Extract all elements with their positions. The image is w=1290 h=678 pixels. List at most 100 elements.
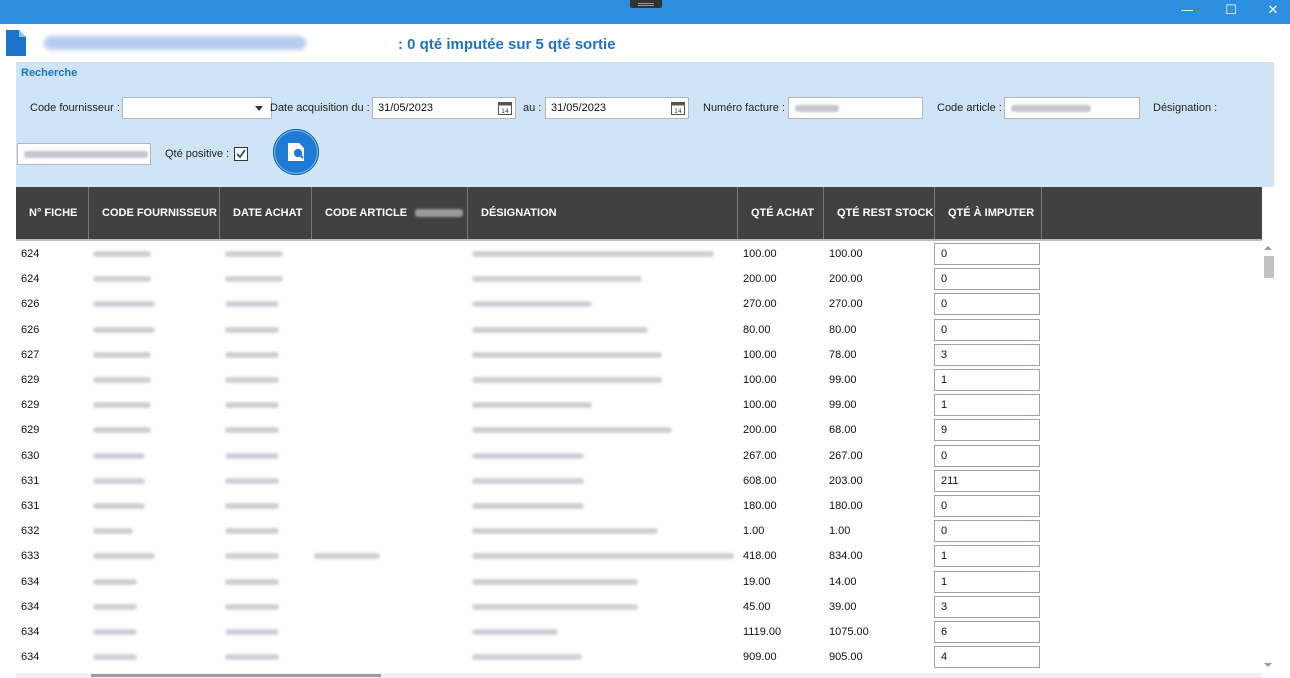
table-row[interactable]: 626 270.00 270.00 0: [16, 292, 1262, 317]
table-row[interactable]: 630 267.00 267.00 0: [16, 444, 1262, 469]
qty-impute-input[interactable]: 1: [934, 570, 1040, 593]
table-row[interactable]: 634 45.00 39.00 3: [16, 595, 1262, 620]
cell-qty-stock: 100.00: [829, 248, 863, 260]
cell-date-redacted: [225, 251, 283, 257]
qty-impute-input[interactable]: 6: [934, 621, 1040, 643]
qty-impute-input[interactable]: 0: [934, 268, 1040, 291]
date-from-input[interactable]: 31/05/2023 14: [372, 97, 516, 119]
scroll-down-icon[interactable]: [1262, 660, 1274, 670]
cell-fiche: 634: [21, 626, 40, 638]
cell-qty-purchase: 19.00: [743, 575, 771, 588]
vertical-scroll-thumb[interactable]: [1264, 256, 1274, 278]
date-from-value: 31/05/2023: [378, 102, 434, 114]
cell-fiche: 634: [21, 600, 40, 613]
horizontal-scroll-thumb[interactable]: [91, 674, 381, 677]
calendar-icon[interactable]: 14: [671, 101, 685, 115]
cell-qty-purchase: 267.00: [743, 449, 777, 462]
column-header-article[interactable]: CODE ARTICLE: [312, 187, 468, 239]
cell-qty-stock: 99.00: [829, 399, 857, 412]
table-row[interactable]: 624 200.00 200.00 0: [16, 267, 1262, 292]
qty-impute-input[interactable]: 211: [934, 469, 1040, 492]
table-row[interactable]: 629 100.00 99.00 1: [16, 368, 1262, 393]
column-header-fiche[interactable]: N° FICHE: [16, 187, 89, 239]
date-to-input[interactable]: 31/05/2023 14: [545, 97, 689, 119]
table-row[interactable]: 634 1119.00 1075.00 6: [16, 620, 1262, 645]
table-row[interactable]: 631 608.00 203.00 211: [16, 469, 1262, 494]
qty-impute-input[interactable]: 1: [934, 394, 1040, 417]
invoice-value-redacted: [795, 105, 839, 112]
cell-qty-stock: 180.00: [829, 500, 863, 512]
column-header-date[interactable]: DATE ACHAT: [220, 187, 312, 239]
designation-label: Désignation :: [1153, 102, 1218, 114]
qty-impute-input[interactable]: 0: [934, 318, 1040, 341]
vertical-scrollbar[interactable]: [1262, 241, 1274, 673]
supplier-label: Code fournisseur :: [30, 102, 120, 114]
cell-date-redacted: [225, 427, 279, 434]
cell-supplier-redacted: [93, 377, 151, 383]
table-row[interactable]: 633 418.00 834.00 1: [16, 544, 1262, 569]
table-row[interactable]: 634 19.00 14.00 1: [16, 570, 1262, 595]
cell-qty-purchase: 200.00: [743, 424, 777, 437]
qty-impute-input[interactable]: 0: [934, 293, 1040, 316]
cell-qty-stock: 270.00: [829, 298, 863, 311]
table-row[interactable]: 626 80.00 80.00 0: [16, 318, 1262, 343]
close-button[interactable]: ✕: [1250, 0, 1290, 24]
table-row[interactable]: 627 100.00 78.00 3: [16, 343, 1262, 368]
qty-impute-input[interactable]: 1: [934, 545, 1040, 568]
cell-fiche: 624: [21, 273, 40, 286]
cell-date-redacted: [225, 402, 279, 409]
cell-qty-stock: 200.00: [829, 273, 863, 286]
cell-qty-purchase: 418.00: [743, 550, 777, 563]
column-header-qty-impute[interactable]: QTÉ À IMPUTER: [935, 187, 1042, 239]
minimize-button[interactable]: —: [1164, 0, 1210, 24]
qty-impute-input[interactable]: 4: [934, 646, 1040, 669]
qty-impute-input[interactable]: 3: [934, 343, 1040, 366]
cell-fiche: 629: [21, 399, 40, 412]
invoice-label: Numéro facture :: [703, 102, 785, 114]
table-row[interactable]: 629 200.00 68.00 9: [16, 418, 1262, 443]
article-title-redacted: [44, 36, 306, 50]
table-row[interactable]: 624 100.00 100.00 0: [16, 242, 1262, 267]
table-row[interactable]: 629 100.00 99.00 1: [16, 393, 1262, 418]
qty-impute-input[interactable]: 0: [934, 243, 1040, 265]
cell-supplier-redacted: [93, 553, 155, 560]
cell-designation-redacted: [472, 654, 582, 661]
maximize-button[interactable]: ☐: [1208, 0, 1254, 24]
search-button[interactable]: [273, 129, 319, 175]
page-header: : 0 qté imputée sur 5 qté sortie: [0, 24, 1290, 62]
horizontal-scrollbar[interactable]: [16, 673, 1262, 678]
table-header: N° FICHE CODE FOURNISSEUR DATE ACHAT COD…: [16, 187, 1262, 239]
date-to-label: au :: [523, 102, 542, 114]
cell-designation-redacted: [472, 603, 638, 610]
cell-date-redacted: [225, 578, 279, 585]
scroll-up-icon[interactable]: [1262, 243, 1274, 253]
column-header-qty-stock[interactable]: QTÉ REST STOCK: [824, 187, 935, 239]
cell-designation-redacted: [472, 402, 592, 409]
positive-qty-checkbox[interactable]: [234, 147, 248, 161]
designation-input[interactable]: [17, 143, 151, 165]
qty-impute-input[interactable]: 3: [934, 595, 1040, 618]
column-header-qty-purchase[interactable]: QTÉ ACHAT: [738, 187, 824, 239]
table-row[interactable]: 631 180.00 180.00 0: [16, 494, 1262, 519]
cell-qty-purchase: 270.00: [743, 298, 777, 311]
cell-qty-stock: 99.00: [829, 374, 857, 386]
cell-qty-purchase: 1119.00: [743, 626, 782, 638]
table-row[interactable]: 632 1.00 1.00 0: [16, 519, 1262, 544]
supplier-select[interactable]: [122, 97, 272, 119]
window-handle[interactable]: [630, 0, 662, 8]
qty-impute-input[interactable]: 0: [934, 495, 1040, 517]
invoice-input[interactable]: [788, 97, 923, 119]
column-header-designation[interactable]: DÉSIGNATION: [468, 187, 738, 239]
cell-fiche: 624: [21, 248, 40, 260]
qty-impute-input[interactable]: 0: [934, 444, 1040, 467]
table-row[interactable]: 634 909.00 905.00 4: [16, 645, 1262, 670]
qty-impute-input[interactable]: 9: [934, 419, 1040, 442]
cell-fiche: 634: [21, 575, 40, 588]
qty-impute-input[interactable]: 0: [934, 520, 1040, 543]
qty-impute-input[interactable]: 1: [934, 369, 1040, 391]
calendar-icon[interactable]: 14: [498, 101, 512, 115]
article-code-input[interactable]: [1004, 97, 1140, 119]
cell-supplier-redacted: [93, 503, 145, 509]
column-header-supplier[interactable]: CODE FOURNISSEUR: [89, 187, 220, 239]
cell-supplier-redacted: [93, 276, 151, 283]
